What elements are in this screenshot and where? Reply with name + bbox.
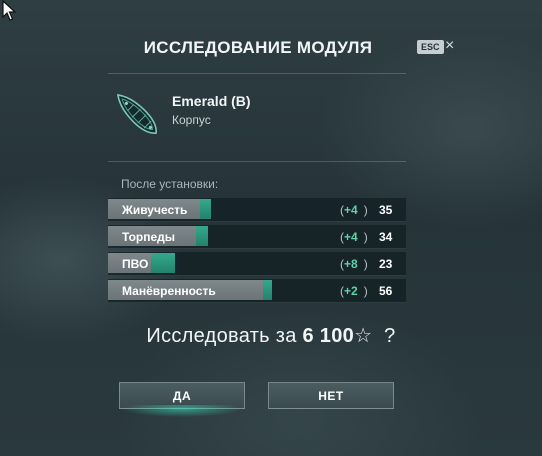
stat-delta: (+8) — [340, 257, 368, 271]
stat-row-maneuverability: Манёвренность (+2) 56 — [108, 279, 406, 303]
stat-delta: (+4) — [340, 230, 368, 244]
esc-key-hint[interactable]: ESC — [417, 40, 444, 54]
question-prefix: Исследовать за — [146, 325, 297, 347]
module-name: Emerald (B) — [172, 93, 251, 109]
stat-name: ПВО — [122, 257, 149, 271]
after-install-label: После установки: — [121, 177, 219, 191]
stat-name: Манёвренность — [122, 284, 216, 298]
stat-increase-bar — [151, 253, 175, 273]
divider — [108, 73, 406, 74]
stat-delta: (+4) — [340, 203, 368, 217]
stat-increase-bar — [196, 226, 208, 246]
dialog-title: ИССЛЕДОВАНИЕ МОДУЛЯ — [143, 38, 373, 57]
stat-value: 35 — [379, 203, 393, 217]
stat-row-aa-defense: ПВО (+8) 23 — [108, 252, 406, 276]
question-suffix: ? — [384, 325, 396, 347]
stat-value: 56 — [379, 284, 393, 298]
close-icon[interactable]: × — [445, 36, 454, 56]
stat-row-torpedoes: Торпеды (+4) 34 — [108, 225, 406, 249]
hull-icon — [116, 93, 157, 134]
star-icon: ☆ — [354, 325, 373, 347]
research-question: Исследовать за 6 100☆ ? — [0, 323, 542, 348]
stat-row-survivability: Живучесть (+4) 35 — [108, 198, 406, 222]
stat-delta: (+2) — [340, 284, 368, 298]
stat-value: 34 — [379, 230, 393, 244]
stat-value: 23 — [379, 257, 393, 271]
stat-increase-bar — [263, 280, 272, 300]
divider — [108, 161, 406, 162]
stat-name: Торпеды — [122, 230, 176, 244]
mouse-cursor-icon — [2, 0, 17, 21]
yes-button-glow — [119, 405, 245, 417]
research-price: 6 100 — [302, 325, 355, 347]
stat-increase-bar — [200, 199, 211, 219]
module-type: Корпус — [172, 113, 211, 127]
no-button[interactable]: НЕТ — [268, 382, 394, 409]
stat-name: Живучесть — [122, 203, 188, 217]
